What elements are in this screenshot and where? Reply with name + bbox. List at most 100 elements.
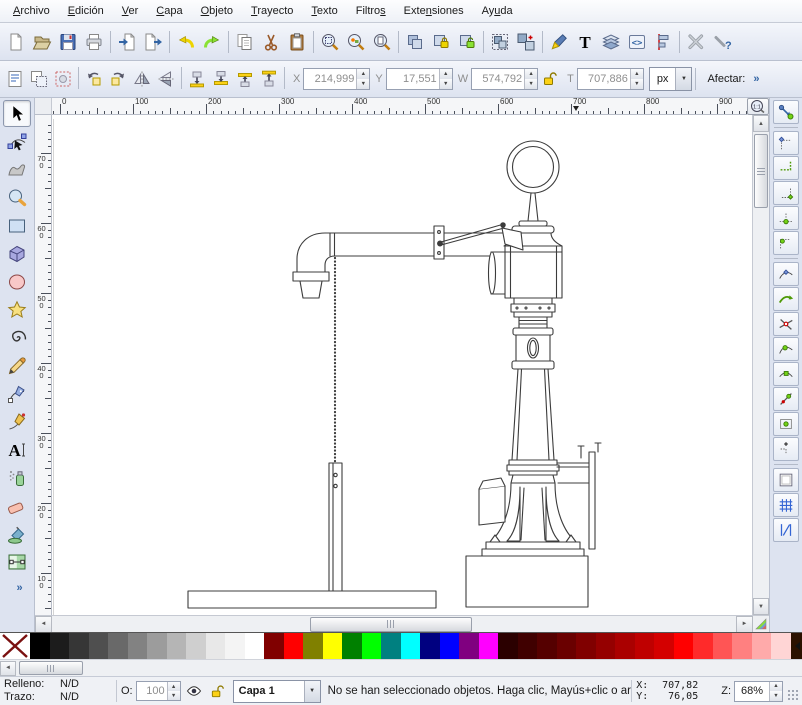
palette-swatch[interactable] (323, 633, 343, 659)
rotate-cw-button[interactable] (106, 67, 130, 91)
tool-node-editor[interactable] (3, 128, 31, 155)
palette-swatch[interactable] (362, 633, 382, 659)
x-spinner[interactable] (356, 69, 369, 89)
copy-button[interactable] (232, 29, 258, 55)
deselect-button[interactable] (51, 67, 75, 91)
palette-scroll-thumb[interactable] (19, 661, 83, 675)
fill-stroke-indicator[interactable]: Relleno: N/D Trazo: N/D (0, 678, 112, 704)
menu-capa[interactable]: Capa (147, 2, 191, 20)
unit-select[interactable]: px (649, 67, 693, 91)
scroll-left-button[interactable] (35, 616, 52, 633)
vertical-scroll-thumb[interactable] (754, 134, 768, 208)
snap-paths-button[interactable] (773, 287, 799, 311)
paste-button[interactable] (284, 29, 310, 55)
rotate-ccw-button[interactable] (82, 67, 106, 91)
redo-button[interactable] (199, 29, 225, 55)
snap-cusp-nodes-button[interactable] (773, 337, 799, 361)
palette-swatch[interactable] (693, 633, 713, 659)
tool-spiral[interactable] (3, 324, 31, 351)
palette-swatch[interactable] (713, 633, 733, 659)
cut-button[interactable] (258, 29, 284, 55)
tool-calligraphy[interactable] (3, 408, 31, 435)
snap-line-midpoints-button[interactable] (773, 387, 799, 411)
tool-star[interactable] (3, 296, 31, 323)
palette-scroll-left-button[interactable] (0, 661, 16, 676)
flip-horizontal-button[interactable] (130, 67, 154, 91)
palette-swatch[interactable] (771, 633, 791, 659)
palette-swatch-none[interactable] (0, 633, 30, 659)
preferences-button[interactable] (683, 29, 709, 55)
palette-swatch[interactable] (245, 633, 265, 659)
tool-eraser[interactable] (3, 492, 31, 519)
menu-filtros[interactable]: Filtros (347, 2, 395, 20)
width-input[interactable] (472, 69, 524, 89)
palette-swatch[interactable] (654, 633, 674, 659)
snap-bbox-corners-button[interactable] (773, 181, 799, 205)
palette-swatch[interactable] (186, 633, 206, 659)
palette-swatch[interactable] (518, 633, 538, 659)
scroll-right-button[interactable] (736, 616, 753, 633)
lower-to-bottom-button[interactable] (185, 67, 209, 91)
lock-ratio-toggle[interactable] (538, 67, 562, 91)
unlink-clone-button[interactable] (454, 29, 480, 55)
snap-nodes-button[interactable] (773, 262, 799, 286)
menu-texto[interactable]: Texto (302, 2, 346, 20)
palette-swatch[interactable] (89, 633, 109, 659)
opacity-input[interactable] (137, 682, 167, 700)
palette-swatch[interactable] (459, 633, 479, 659)
palette-swatch[interactable] (206, 633, 226, 659)
zoom-selection-button[interactable] (317, 29, 343, 55)
toolbar-overflow-chevron[interactable]: » (753, 73, 758, 85)
palette-scroll-arrow-icon[interactable] (795, 642, 800, 650)
tool-gradient-tool[interactable] (3, 548, 31, 575)
tool-box-3d[interactable] (3, 240, 31, 267)
menu-trayecto[interactable]: Trayecto (242, 2, 302, 20)
tool-ellipse[interactable] (3, 268, 31, 295)
palette-swatch[interactable] (420, 633, 440, 659)
opacity-spinner[interactable] (167, 682, 180, 700)
toolbox-overflow-chevron[interactable]: » (16, 582, 21, 594)
zoom-1-1-button[interactable]: 1:1 (747, 98, 769, 115)
snap-path-intersections-button[interactable] (773, 312, 799, 336)
text-dialog-button[interactable]: T (572, 29, 598, 55)
menu-extensiones[interactable]: Extensiones (395, 2, 473, 20)
palette-swatch[interactable] (225, 633, 245, 659)
save-button[interactable] (55, 29, 81, 55)
align-dialog-button[interactable] (650, 29, 676, 55)
palette-swatch[interactable] (674, 633, 694, 659)
menu-ayuda[interactable]: Ayuda (473, 2, 522, 20)
palette-swatch[interactable] (479, 633, 499, 659)
tool-spray[interactable] (3, 464, 31, 491)
snap-page-border-button[interactable] (773, 468, 799, 492)
palette-swatch[interactable] (381, 633, 401, 659)
canvas-drawing-water-crane[interactable] (52, 115, 752, 615)
x-input[interactable] (304, 69, 356, 89)
palette-swatch[interactable] (635, 633, 655, 659)
snap-smooth-nodes-button[interactable] (773, 362, 799, 386)
scroll-down-button[interactable] (753, 598, 769, 615)
palette-swatch[interactable] (557, 633, 577, 659)
new-document-button[interactable] (3, 29, 29, 55)
palette-swatch[interactable] (576, 633, 596, 659)
palette-swatch[interactable] (615, 633, 635, 659)
palette-swatch[interactable] (50, 633, 70, 659)
palette-swatch[interactable] (69, 633, 89, 659)
palette-swatch[interactable] (167, 633, 187, 659)
layers-dialog-button[interactable] (598, 29, 624, 55)
tool-rectangle[interactable] (3, 212, 31, 239)
tool-selector[interactable] (3, 100, 31, 127)
zoom-spinner[interactable] (769, 682, 782, 701)
window-resize-grip[interactable] (787, 689, 800, 702)
flip-vertical-button[interactable] (154, 67, 178, 91)
menu-edicion[interactable]: Edición (59, 2, 113, 20)
palette-swatch[interactable] (401, 633, 421, 659)
palette-swatch[interactable] (732, 633, 752, 659)
print-button[interactable] (81, 29, 107, 55)
fill-stroke-dialog-button[interactable] (546, 29, 572, 55)
palette-swatch[interactable] (596, 633, 616, 659)
snap-bbox-centers-button[interactable] (773, 231, 799, 255)
select-all-layers-button[interactable] (27, 67, 51, 91)
raise-to-top-button[interactable] (257, 67, 281, 91)
snap-guides-button[interactable] (773, 518, 799, 542)
horizontal-ruler[interactable]: 0100200300400500600700800900 (52, 98, 747, 115)
